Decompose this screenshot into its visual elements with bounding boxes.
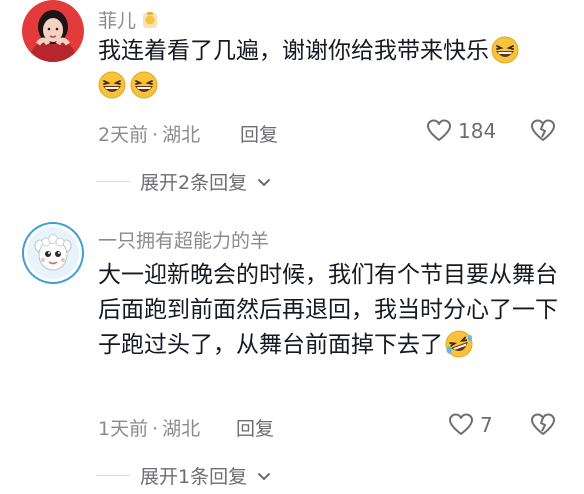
comment-location: 湖北 <box>162 124 201 146</box>
expand-replies-button[interactable]: 展开2条回复 <box>96 168 273 195</box>
like-count: 184 <box>458 119 497 143</box>
like-count: 7 <box>480 413 493 437</box>
like-button[interactable]: 184 <box>426 118 496 144</box>
chevron-down-icon <box>258 178 271 186</box>
avatar-image <box>22 0 84 62</box>
expand-replies-label: 展开2条回复 <box>140 172 248 194</box>
avatar-image <box>22 222 84 284</box>
username[interactable]: 菲儿 <box>98 6 158 33</box>
username[interactable]: 一只拥有超能力的羊 <box>98 226 269 253</box>
like-button[interactable]: 7 <box>448 412 493 438</box>
rolling-laughing-emoji-icon <box>445 330 473 358</box>
laughing-emoji-icon <box>130 71 158 99</box>
reply-button[interactable]: 回复 <box>236 414 274 441</box>
divider <box>96 475 130 476</box>
heart-outline-icon <box>427 119 451 141</box>
comment-body: 我连着看了几遍，谢谢你给我带来快乐 <box>98 38 489 64</box>
comment-item: 一只拥有超能力的羊 大一迎新晚会的时候，我们有个节目要从舞台后面跑到前面然后再退… <box>0 218 584 494</box>
comment-body: 大一迎新晚会的时候，我们有个节目要从舞台后面跑到前面然后再退回，我当时分心了一下… <box>98 262 558 358</box>
fan-badge-icon <box>143 11 158 28</box>
comment-time: 1天前 <box>98 418 149 440</box>
reply-button[interactable]: 回复 <box>240 120 278 147</box>
meta-separator: · <box>152 418 159 440</box>
comment-time: 2天前 <box>98 124 149 146</box>
broken-heart-icon[interactable] <box>530 412 556 438</box>
emoji-row <box>98 71 568 99</box>
expand-replies-label: 展开1条回复 <box>140 466 248 488</box>
broken-heart-icon[interactable] <box>530 118 556 144</box>
comment-meta: 2天前 · 湖北 <box>98 120 200 147</box>
laughing-emoji-icon <box>491 36 519 64</box>
laughing-emoji-icon <box>98 71 126 99</box>
chevron-down-icon <box>258 472 271 480</box>
username-text[interactable]: 一只拥有超能力的羊 <box>98 226 269 253</box>
username-text[interactable]: 菲儿 <box>98 6 136 33</box>
avatar[interactable] <box>22 0 84 62</box>
comment-text: 大一迎新晚会的时候，我们有个节目要从舞台后面跑到前面然后再退回，我当时分心了一下… <box>98 258 568 363</box>
avatar[interactable] <box>22 222 84 284</box>
expand-replies-button[interactable]: 展开1条回复 <box>96 462 273 489</box>
divider <box>96 181 130 182</box>
comment-meta: 1天前 · 湖北 <box>98 414 200 441</box>
comment-item: 菲儿 我连着看了几遍，谢谢你给我带来快乐 2天前 · 湖北 回复 184 展开2… <box>0 0 584 200</box>
meta-separator: · <box>152 124 159 146</box>
heart-outline-icon <box>449 413 473 435</box>
comment-location: 湖北 <box>162 418 201 440</box>
comment-text: 我连着看了几遍，谢谢你给我带来快乐 <box>98 34 568 99</box>
